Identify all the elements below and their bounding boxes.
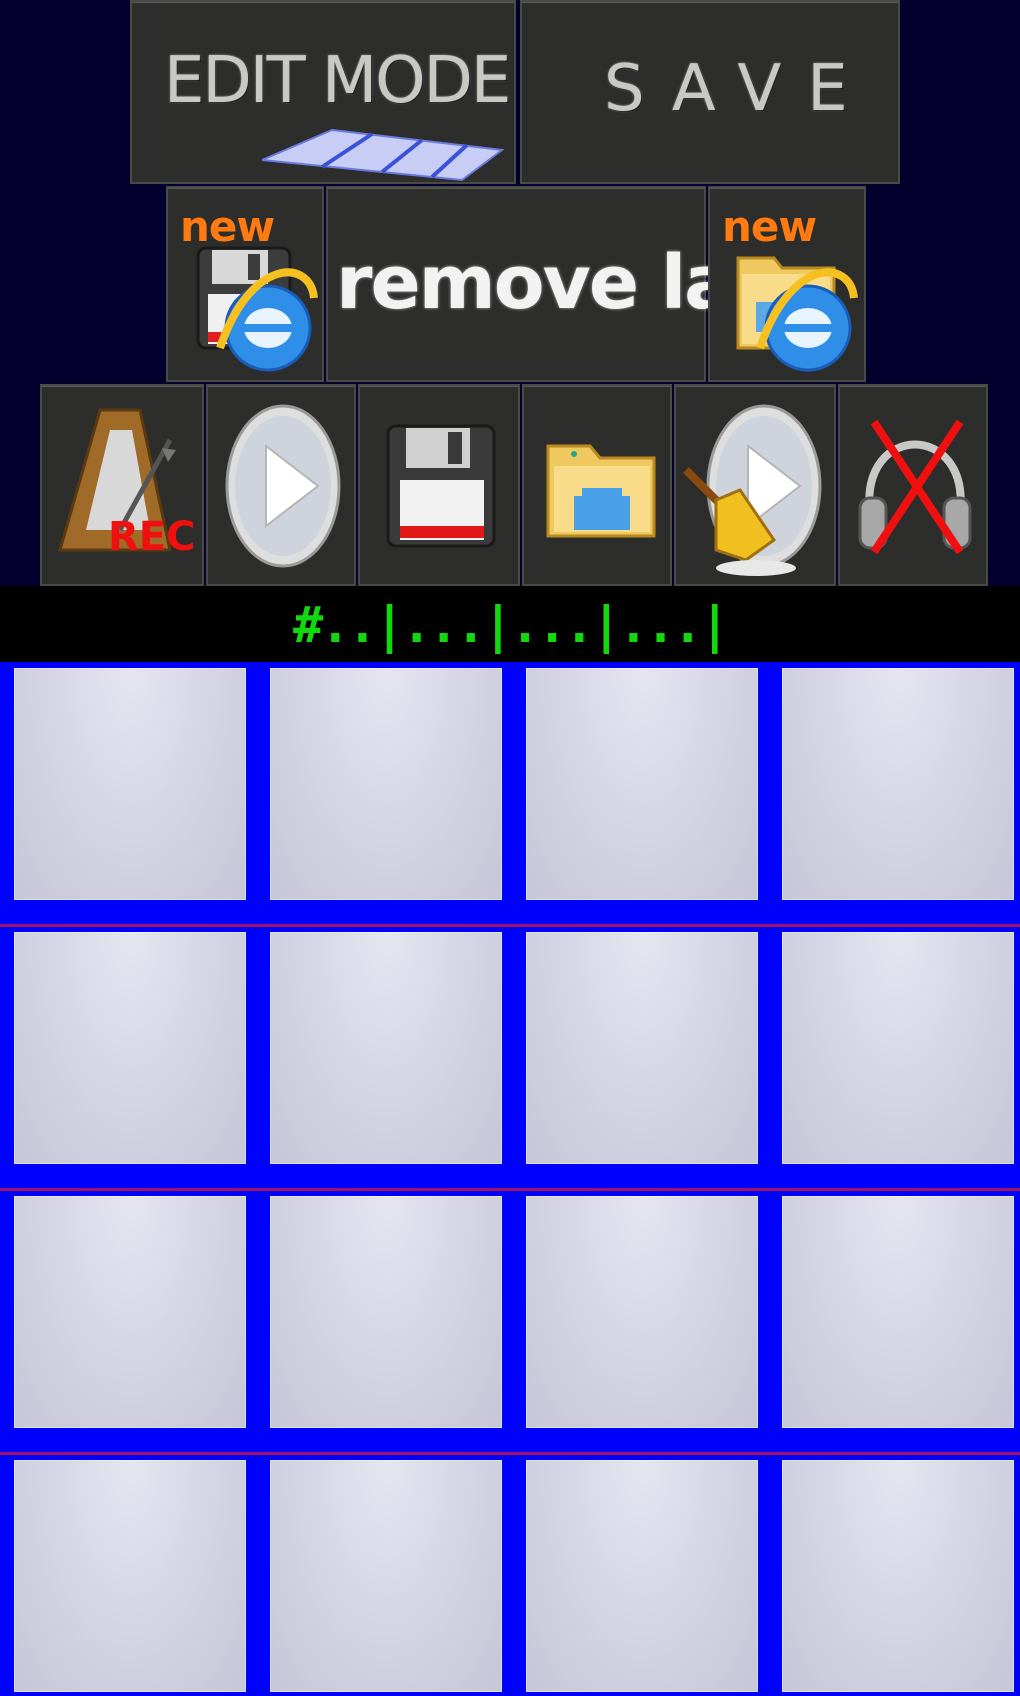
drum-pad-grid xyxy=(0,662,1020,1696)
row-divider xyxy=(0,1188,1020,1191)
folder-ie-icon xyxy=(736,256,858,372)
headphones-off-icon xyxy=(858,419,972,555)
new-project-button[interactable]: new xyxy=(708,186,866,382)
drum-pad-15[interactable] xyxy=(526,1460,758,1692)
play-button[interactable] xyxy=(206,384,356,586)
folder-open-icon xyxy=(546,444,656,538)
clear-play-button[interactable] xyxy=(674,384,836,586)
drum-pad-5[interactable] xyxy=(14,932,246,1164)
drum-pad-11[interactable] xyxy=(526,1196,758,1428)
drum-pad-12[interactable] xyxy=(782,1196,1014,1428)
drum-pad-10[interactable] xyxy=(270,1196,502,1428)
row-divider xyxy=(0,1452,1020,1455)
drum-pad-4[interactable] xyxy=(782,668,1014,900)
floppy-save-icon xyxy=(386,424,496,548)
metronome-rec-button[interactable]: REC xyxy=(40,384,204,586)
drum-pad-9[interactable] xyxy=(14,1196,246,1428)
grid-edit-icon xyxy=(262,128,505,182)
drum-pad-6[interactable] xyxy=(270,932,502,1164)
pattern-position-bar: #..|...|...|...| xyxy=(0,586,1020,662)
remove-lag-button[interactable]: remove lag xyxy=(326,186,785,382)
play-icon xyxy=(225,404,341,568)
save-label: SAVE xyxy=(604,52,874,126)
open-folder-button[interactable] xyxy=(522,384,672,586)
save-pattern-button[interactable] xyxy=(358,384,520,586)
headphones-off-button[interactable] xyxy=(838,384,988,586)
drum-pad-16[interactable] xyxy=(782,1460,1014,1692)
floppy-ie-icon xyxy=(196,246,318,372)
drum-pad-3[interactable] xyxy=(526,668,758,900)
drum-pad-13[interactable] xyxy=(14,1460,246,1692)
edit-mode-button[interactable]: EDIT MODE xyxy=(130,0,516,184)
drum-pad-7[interactable] xyxy=(526,932,758,1164)
drum-pad-8[interactable] xyxy=(782,932,1014,1164)
drum-pad-14[interactable] xyxy=(270,1460,502,1692)
pattern-position-text: #..|...|...|...| xyxy=(293,596,730,654)
metronome-rec-icon: REC xyxy=(58,408,195,560)
row-divider xyxy=(0,924,1020,927)
rec-badge: REC xyxy=(108,514,195,560)
drum-pad-1[interactable] xyxy=(14,668,246,900)
new-session-button[interactable]: new xyxy=(166,186,324,382)
broom-play-icon xyxy=(683,404,822,576)
drum-pad-2[interactable] xyxy=(270,668,502,900)
save-button[interactable]: SAVE xyxy=(520,0,900,184)
edit-mode-label: EDIT MODE xyxy=(164,44,511,118)
